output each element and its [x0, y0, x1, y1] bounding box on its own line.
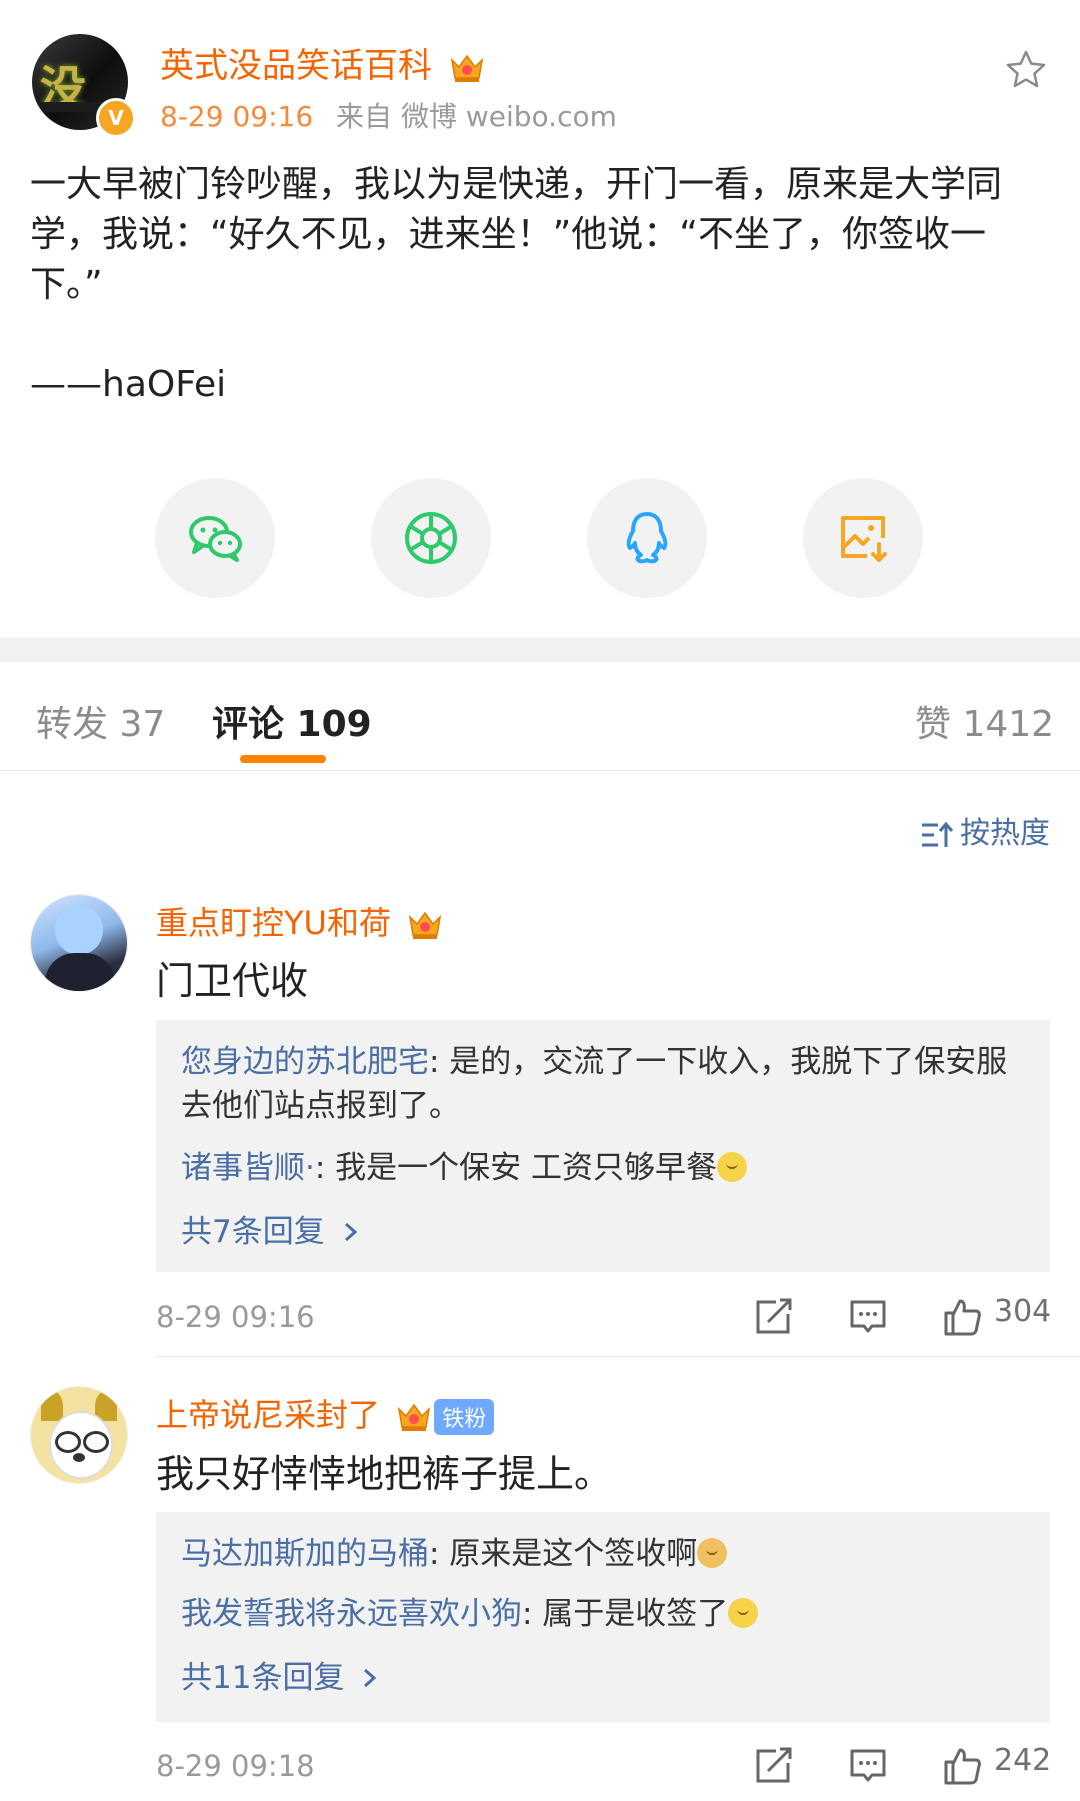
- like-button[interactable]: 304: [942, 1294, 1051, 1337]
- post-meta: 8-29 09:16 来自 微博 weibo.com: [160, 95, 617, 135]
- star-icon[interactable]: [1004, 48, 1048, 92]
- commenter-avatar[interactable]: [30, 1386, 128, 1484]
- reply-author[interactable]: 诸事皆顺·: [181, 1150, 315, 1186]
- tab-likes[interactable]: 赞 1412: [915, 695, 1054, 747]
- post-text: 一大早被门铃吵醒，我以为是快递，开门一看，原来是大学同学，我说：“好久不见，进来…: [30, 164, 1003, 305]
- save-image-icon: [841, 516, 887, 562]
- more-replies-label: 共11条回复: [181, 1660, 345, 1696]
- chevron-right-icon: [344, 1222, 357, 1242]
- share-qq-button[interactable]: [587, 478, 707, 598]
- reply-author[interactable]: 马达加斯加的马桶: [181, 1536, 429, 1572]
- sort-icon: [922, 821, 954, 847]
- more-replies-link[interactable]: 共7条回复: [181, 1206, 361, 1251]
- reply-box[interactable]: 您身边的苏北肥宅: 是的，交流了一下收入，我脱下了保安服去他们站点报到了。 诸事…: [156, 1020, 1050, 1272]
- thumbs-up-icon: [944, 1748, 981, 1784]
- commenter-name[interactable]: 重点盯控YU和荷: [156, 898, 443, 944]
- more-replies-link[interactable]: 共11条回复: [181, 1652, 380, 1697]
- emoji-icon: [697, 1538, 728, 1568]
- comment-icon[interactable]: [848, 1745, 888, 1785]
- repost-icon[interactable]: [754, 1745, 794, 1785]
- reply-author[interactable]: 我发誓我将永远喜欢小狗: [181, 1596, 522, 1632]
- verified-badge: V: [96, 98, 136, 138]
- reply-text: : 我是一个保安 工资只够早餐: [314, 1150, 718, 1186]
- commenter-name-text: 上帝说尼采封了: [156, 1396, 381, 1434]
- sort-button[interactable]: 按热度: [920, 808, 1050, 852]
- sort-label: 按热度: [960, 816, 1050, 851]
- crown-icon: [398, 1403, 431, 1431]
- reply-text: : 属于是收签了: [522, 1596, 729, 1632]
- tab-repost[interactable]: 转发 37: [36, 695, 165, 747]
- post-content: 一大早被门铃吵醒，我以为是快递，开门一看，原来是大学同学，我说：“好久不见，进来…: [30, 160, 1050, 410]
- chevron-right-icon: [364, 1668, 377, 1688]
- post-signature: ——haOFei: [30, 364, 227, 405]
- post-time: 8-29 09:16: [160, 100, 314, 133]
- reply-item[interactable]: 马达加斯加的马桶: 原来是这个签收啊: [181, 1532, 1031, 1576]
- crown-icon: [409, 911, 442, 939]
- comment-time: 8-29 09:16: [156, 1300, 315, 1334]
- reply-box[interactable]: 马达加斯加的马桶: 原来是这个签收啊 我发誓我将永远喜欢小狗: 属于是收签了 共…: [156, 1512, 1050, 1722]
- thumbs-up-icon: [944, 1299, 981, 1335]
- reply-text: : 原来是这个签收啊: [429, 1536, 698, 1572]
- like-count: 242: [994, 1743, 1052, 1778]
- comment-time: 8-29 09:18: [156, 1749, 315, 1783]
- comment-icon[interactable]: [848, 1296, 888, 1336]
- author-name-text: 英式没品笑话百科: [160, 46, 432, 86]
- fan-badge: 铁粉: [434, 1399, 495, 1435]
- like-button[interactable]: 242: [942, 1743, 1051, 1786]
- like-count: 304: [994, 1294, 1052, 1329]
- commenter-name[interactable]: 上帝说尼采封了 铁粉: [156, 1390, 495, 1436]
- comment-text: 门卫代收: [156, 959, 309, 1003]
- moments-icon: [405, 512, 457, 564]
- emoji-icon: [728, 1598, 759, 1628]
- tabs-divider: [0, 770, 1080, 771]
- author-name[interactable]: 英式没品笑话百科: [160, 38, 485, 87]
- section-divider: [0, 638, 1080, 662]
- comment-text: 我只好悻悻地把裤子提上。: [156, 1452, 613, 1496]
- tab-comments[interactable]: 评论 109: [212, 695, 372, 747]
- repost-icon[interactable]: [754, 1296, 794, 1336]
- share-wechat-button[interactable]: [155, 478, 275, 598]
- reply-item[interactable]: 诸事皆顺·: 我是一个保安 工资只够早餐: [181, 1146, 1031, 1190]
- reply-item[interactable]: 您身边的苏北肥宅: 是的，交流了一下收入，我脱下了保安服去他们站点报到了。: [181, 1040, 1031, 1128]
- commenter-avatar[interactable]: [30, 894, 128, 992]
- more-replies-label: 共7条回复: [181, 1214, 325, 1250]
- share-moments-button[interactable]: [371, 478, 491, 598]
- emoji-icon: [717, 1152, 748, 1182]
- post-source: 来自 微博 weibo.com: [336, 100, 617, 133]
- reply-item[interactable]: 我发誓我将永远喜欢小狗: 属于是收签了: [181, 1592, 1031, 1636]
- qq-icon: [626, 512, 668, 564]
- comment-divider: [156, 1356, 1080, 1357]
- active-tab-indicator: [240, 755, 326, 763]
- commenter-name-text: 重点盯控YU和荷: [156, 904, 391, 942]
- crown-icon: [450, 54, 483, 82]
- wechat-icon: [189, 516, 242, 562]
- reply-author[interactable]: 您身边的苏北肥宅: [181, 1044, 429, 1080]
- save-image-button[interactable]: [803, 478, 923, 598]
